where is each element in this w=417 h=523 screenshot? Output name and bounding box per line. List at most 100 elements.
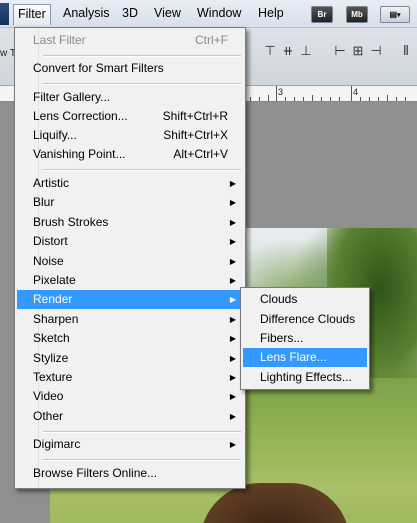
submenu-item-fibers[interactable]: Fibers... [243, 329, 367, 348]
submenu-arrow-icon: ▶ [229, 179, 236, 188]
menu-item-browse-filters-online[interactable]: Browse Filters Online... [17, 464, 244, 483]
menu-item-shortcut: Alt+Ctrl+V [173, 147, 228, 161]
menu-separator [43, 431, 241, 433]
menu-item-shortcut: Shift+Ctrl+X [163, 128, 228, 142]
ruler-tick [294, 97, 295, 101]
menu-item-label: Digimarc [33, 437, 81, 451]
menu-item-filter-gallery[interactable]: Filter Gallery... [17, 88, 244, 107]
align-top-icon[interactable]: ⊤ [262, 42, 278, 60]
menu-item-digimarc[interactable]: Digimarc ▶ [17, 435, 244, 454]
menu-item-label: Noise [33, 254, 64, 268]
menu-item-noise[interactable]: Noise ▶ [17, 252, 244, 271]
submenu-item-clouds[interactable]: Clouds [243, 290, 367, 309]
menu-item-video[interactable]: Video ▶ [17, 387, 244, 406]
menu-item-label: Render [33, 292, 73, 306]
ruler-tick [250, 97, 251, 101]
menu-item-vanishing-point[interactable]: Vanishing Point... Alt+Ctrl+V [17, 145, 244, 164]
menu-item-label: Filter Gallery... [33, 90, 111, 104]
menu-item-label: Sharpen [33, 312, 79, 326]
ruler-label: 3 [278, 87, 284, 97]
ruler-tick [405, 97, 406, 101]
submenu-arrow-icon: ▶ [229, 412, 236, 421]
menu-separator [43, 459, 241, 461]
submenu-arrow-icon: ▶ [229, 315, 236, 324]
ruler-tick [259, 97, 260, 101]
distribute-icon[interactable]: ⫴ [398, 42, 414, 60]
submenu-item-lighting-effects[interactable]: Lighting Effects... [243, 368, 367, 387]
menu-item-label: Vanishing Point... [33, 147, 126, 161]
menu-item-sketch[interactable]: Sketch ▶ [17, 329, 244, 348]
menu-item-distort[interactable]: Distort ▶ [17, 232, 244, 251]
submenu-arrow-icon: ▶ [229, 354, 236, 363]
align-right-icon[interactable]: ⊣ [368, 42, 384, 60]
submenu-arrow-icon: ▶ [229, 218, 236, 227]
menu-item-label: Blur [33, 195, 55, 209]
menu-item-texture[interactable]: Texture ▶ [17, 368, 244, 387]
submenu-item-lens-flare[interactable]: Lens Flare... [243, 348, 367, 367]
menu-item-label: Other [33, 409, 64, 423]
submenu-arrow-icon: ▶ [229, 198, 236, 207]
menubar: Filter Analysis 3D View Window Help Br M… [0, 0, 417, 28]
menu-item-brush-strokes[interactable]: Brush Strokes ▶ [17, 213, 244, 232]
menu-item-shortcut: Shift+Ctrl+R [162, 109, 228, 123]
align-bottom-icon[interactable]: ⊥ [298, 42, 314, 60]
ruler-tick [276, 86, 277, 101]
render-submenu: Clouds Difference Clouds Fibers... Lens … [240, 287, 370, 390]
menu-separator [43, 83, 241, 85]
menu-item-sharpen[interactable]: Sharpen ▶ [17, 310, 244, 329]
view-extras-button[interactable]: ▤▾ [380, 6, 410, 23]
menu-item-label: Last Filter [33, 33, 86, 47]
menu-item-label: Artistic [33, 176, 69, 190]
submenu-arrow-icon: ▶ [229, 276, 236, 285]
submenu-arrow-icon: ▶ [229, 440, 236, 449]
menu-item-label: Sketch [33, 331, 70, 345]
submenu-arrow-icon: ▶ [229, 295, 236, 304]
minibridge-button[interactable]: Mb [346, 6, 368, 23]
menu-3d[interactable]: 3D [118, 4, 142, 25]
menu-separator [43, 169, 241, 171]
ruler-tick [369, 97, 370, 101]
ruler-label: 4 [353, 87, 359, 97]
ruler-tick [351, 86, 352, 101]
ruler-tick [396, 97, 397, 101]
menu-view[interactable]: View [150, 4, 185, 25]
align-horizontal-center-icon[interactable]: ⊞ [350, 42, 366, 60]
photo-head [200, 483, 350, 523]
align-left-icon[interactable]: ⊢ [332, 42, 348, 60]
menu-item-other[interactable]: Other ▶ [17, 407, 244, 426]
ruler-tick [339, 97, 340, 101]
bridge-button[interactable]: Br [311, 6, 333, 23]
menu-item-shortcut: Ctrl+F [195, 33, 228, 47]
menu-item-last-filter: Last Filter Ctrl+F [17, 31, 244, 50]
menu-item-label: Lens Correction... [33, 109, 128, 123]
menu-item-artistic[interactable]: Artistic ▶ [17, 174, 244, 193]
view-extras-icon: ▤ [389, 10, 398, 19]
ruler-tick [387, 95, 388, 101]
menu-item-pixelate[interactable]: Pixelate ▶ [17, 271, 244, 290]
menu-analysis[interactable]: Analysis [59, 4, 114, 25]
align-vertical-center-icon[interactable]: ⧺ [280, 42, 296, 60]
ruler-tick [360, 97, 361, 101]
menu-filter[interactable]: Filter [13, 4, 51, 25]
menu-item-liquify[interactable]: Liquify... Shift+Ctrl+X [17, 126, 244, 145]
menu-item-label: Convert for Smart Filters [33, 61, 164, 75]
menu-item-lens-correction[interactable]: Lens Correction... Shift+Ctrl+R [17, 107, 244, 126]
ruler-tick [312, 95, 313, 101]
menu-item-label: Video [33, 389, 64, 403]
menu-window[interactable]: Window [193, 4, 245, 25]
menu-help[interactable]: Help [254, 4, 288, 25]
menu-item-label: Distort [33, 234, 68, 248]
menu-item-stylize[interactable]: Stylize ▶ [17, 349, 244, 368]
menu-item-label: Texture [33, 370, 73, 384]
ruler-tick [303, 97, 304, 101]
ruler-tick [378, 97, 379, 101]
ruler-tick [285, 97, 286, 101]
menu-separator [43, 55, 241, 57]
submenu-arrow-icon: ▶ [229, 392, 236, 401]
menu-item-render[interactable]: Render ▶ [17, 290, 244, 309]
menu-item-convert-smart-filters[interactable]: Convert for Smart Filters [17, 59, 244, 78]
submenu-arrow-icon: ▶ [229, 257, 236, 266]
submenu-item-difference-clouds[interactable]: Difference Clouds [243, 310, 367, 329]
menu-item-blur[interactable]: Blur ▶ [17, 193, 244, 212]
ruler-tick [330, 97, 331, 101]
